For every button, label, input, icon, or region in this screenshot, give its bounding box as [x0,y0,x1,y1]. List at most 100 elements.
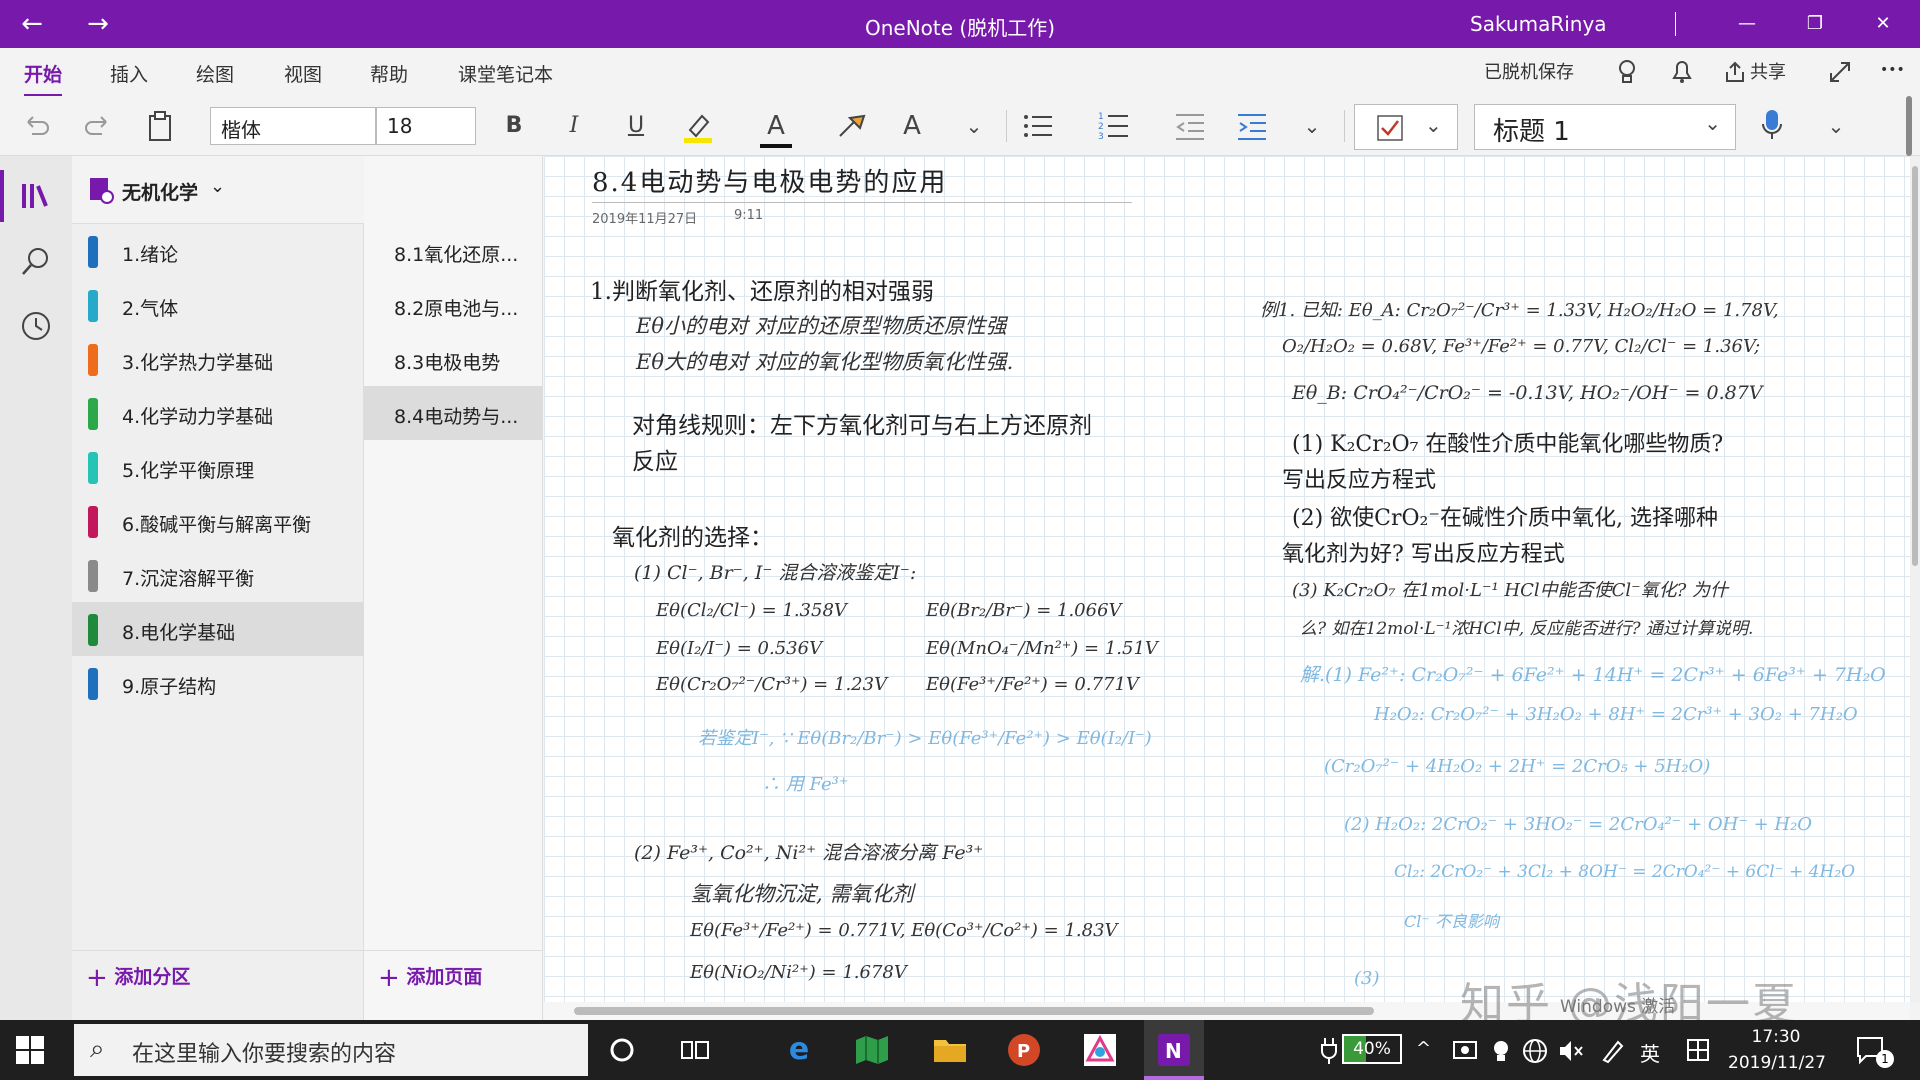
handwritten-line[interactable]: Eθ_B: CrO₄²⁻/CrO₂⁻ = -0.13V, HO₂⁻/OH⁻ = … [1292,382,1763,404]
style-selector[interactable]: 标题 1 ⌄ [1474,104,1736,150]
page-item[interactable]: 8.1氧化还原... [364,224,543,278]
taskbar-search-box[interactable]: ⌕ 在这里输入你要搜索的内容 [74,1024,588,1076]
tab-home[interactable]: 开始 [24,60,63,97]
underline-button[interactable]: U [618,108,654,144]
note-line[interactable]: 反应 [632,442,678,476]
handwritten-annotation[interactable]: (3) [1354,968,1380,989]
decrease-indent-icon[interactable] [1174,112,1206,140]
page-item[interactable]: 8.4电动势与... [364,386,543,440]
bell-icon[interactable] [1670,58,1694,86]
todo-tag-dropdown[interactable]: ⌄ [1354,104,1458,150]
note-line[interactable]: 氧化剂的选择： [612,518,773,552]
onenote-icon[interactable]: N [1156,1032,1192,1068]
note-line[interactable]: 氧化剂为好? 写出反应方程式 [1282,536,1565,568]
pen-workspace-icon[interactable] [1600,1038,1624,1064]
handwritten-annotation[interactable]: ∴ 用 Fe³⁺ [762,770,848,796]
vertical-scroll-thumb[interactable] [1912,166,1918,566]
note-canvas[interactable]: 8.4电动势与电极电势的应用 2019年11月27日 9:11 1.判断氧化剂、… [544,156,1910,1002]
horizontal-scroll-thumb[interactable] [574,1007,1374,1015]
ime-language[interactable]: 英 [1640,1038,1660,1067]
tab-insert[interactable]: 插入 [110,60,148,87]
page-item[interactable]: 8.2原电池与... [364,278,543,332]
increase-indent-icon[interactable] [1236,112,1268,140]
share-icon[interactable] [1724,60,1746,84]
numbered-list-icon[interactable]: 123 [1098,110,1130,140]
cortana-icon[interactable] [608,1036,636,1064]
handwritten-line[interactable]: (1) Cl⁻, Br⁻, I⁻ 混合溶液鉴定I⁻: [634,558,916,585]
microphone-icon[interactable] [1760,108,1784,142]
windows-start-icon[interactable] [16,1036,44,1064]
handwritten-line[interactable]: O₂/H₂O₂ = 0.68V, Fe³⁺/Fe²⁺ = 0.77V, Cl₂/… [1282,336,1760,357]
handwritten-line[interactable]: Eθ(Cl₂/Cl⁻) = 1.358V [656,600,847,621]
edge-browser-icon[interactable]: e [782,1034,816,1066]
bold-button[interactable]: B [496,108,532,144]
section-item[interactable]: 8.电化学基础 [72,602,364,656]
font-name-field[interactable]: 楷体 [210,107,376,145]
tab-view[interactable]: 视图 [284,60,322,87]
clear-formatting-button[interactable]: A [894,108,930,144]
format-painter-icon[interactable] [836,110,868,142]
redo-icon[interactable] [84,112,112,140]
chevron-down-icon[interactable]: ⌄ [956,108,992,144]
keyboard-icon[interactable] [1686,1038,1710,1062]
dictate-chevron-icon[interactable]: ⌄ [1818,108,1854,144]
minimize-icon[interactable]: — [1724,8,1770,40]
taskbar-clock[interactable]: 17:30 2019/11/27 [1728,1024,1826,1076]
handwritten-line[interactable]: 氢氧化物沉淀, 需氧化剂 [690,878,913,908]
handwritten-annotation[interactable]: Cl⁻ 不良影响 [1404,908,1499,932]
handwritten-line[interactable]: Eθ(I₂/I⁻) = 0.536V [656,638,822,659]
section-item[interactable]: 7.沉淀溶解平衡 [72,548,364,602]
section-item[interactable]: 4.化学动力学基础 [72,386,364,440]
screen-capture-icon[interactable] [1452,1038,1478,1062]
note-line[interactable]: (1) K₂Cr₂O₇ 在酸性介质中能氧化哪些物质? [1292,426,1723,458]
more-options-icon[interactable]: ••• [1880,62,1905,78]
tab-draw[interactable]: 绘图 [196,60,234,87]
close-icon[interactable]: ✕ [1860,8,1906,40]
page-item[interactable]: 8.3电极电势 [364,332,543,386]
section-item[interactable]: 5.化学平衡原理 [72,440,364,494]
handwritten-line[interactable]: (3) K₂Cr₂O₇ 在1mol·L⁻¹ HCl中能否使Cl⁻氧化? 为什 [1292,576,1728,602]
handwritten-annotation[interactable]: 解.(1) Fe²⁺: Cr₂O₇²⁻ + 6Fe²⁺ + 14H⁺ = 2Cr… [1300,660,1886,687]
bullet-list-icon[interactable] [1022,112,1054,140]
handwritten-line[interactable]: Eθ大的电对 对应的氧化型物质氧化性强. [636,346,1013,376]
maps-app-icon[interactable] [854,1034,890,1066]
task-view-icon[interactable] [680,1036,710,1064]
notebooks-icon[interactable] [18,178,54,214]
handwritten-line[interactable]: Eθ(NiO₂/Ni²⁺) = 1.678V [690,962,907,983]
battery-indicator[interactable]: 40% [1342,1034,1402,1064]
highlighter-icon[interactable] [682,110,714,144]
handwritten-annotation[interactable]: Cl₂: 2CrO₂⁻ + 3Cl₂ + 8OH⁻ = 2CrO₄²⁻ + 6C… [1394,862,1855,882]
file-explorer-icon[interactable] [932,1034,968,1066]
powerpoint-icon[interactable]: P [1006,1032,1042,1068]
note-line[interactable]: 对角线规则：左下方氧化剂可与右上方还原剂 [632,406,1092,440]
user-name[interactable]: SakumaRinya [1470,12,1607,36]
handwritten-line[interactable]: Eθ小的电对 对应的还原型物质还原性强 [636,310,1007,340]
handwritten-line[interactable]: 例1. 已知: Eθ_A: Cr₂O₇²⁻/Cr³⁺ = 1.33V, H₂O₂… [1260,296,1779,322]
handwritten-line[interactable]: 么? 如在12mol·L⁻¹浓HCl中, 反应能否进行? 通过计算说明. [1300,614,1753,639]
search-icon[interactable] [18,244,54,280]
handwritten-annotation[interactable]: (Cr₂O₇²⁻ + 4H₂O₂ + 2H⁺ = 2CrO₅ + 5H₂O) [1324,756,1710,777]
clipboard-icon[interactable] [146,110,174,142]
handwritten-line[interactable]: Eθ(Br₂/Br⁻) = 1.066V [926,600,1122,621]
vertical-scrollbar[interactable] [1910,156,1920,1002]
tray-app-icon[interactable] [1490,1038,1512,1062]
volume-muted-icon[interactable] [1558,1038,1584,1064]
font-size-field[interactable]: 18 [376,107,476,145]
note-line[interactable]: (2) 欲使CrO₂⁻在碱性介质中氧化, 选择哪种 [1292,500,1718,532]
lightbulb-icon[interactable] [1616,58,1638,86]
tab-help[interactable]: 帮助 [370,60,408,87]
indent-more-chevron-icon[interactable]: ⌄ [1294,108,1330,144]
add-page-button[interactable]: + 添加页面 [378,962,482,993]
handwritten-line[interactable]: Eθ(Fe³⁺/Fe²⁺) = 0.771V, Eθ(Co³⁺/Co²⁺) = … [690,920,1118,941]
section-item[interactable]: 2.气体 [72,278,364,332]
italic-button[interactable]: I [556,108,592,144]
font-color-button[interactable]: A [758,108,794,144]
chevron-up-icon[interactable]: ^ [1416,1038,1431,1059]
handwritten-annotation[interactable]: 若鉴定I⁻, ∵ Eθ(Br₂/Br⁻) > Eθ(Fe³⁺/Fe²⁺) > E… [698,724,1152,750]
section-item[interactable]: 1.绪论 [72,224,364,278]
handwritten-line[interactable]: Eθ(Fe³⁺/Fe²⁺) = 0.771V [926,674,1139,695]
note-line[interactable]: 写出反应方程式 [1282,462,1436,494]
handwritten-annotation[interactable]: H₂O₂: Cr₂O₇²⁻ + 3H₂O₂ + 8H⁺ = 2Cr³⁺ + 3O… [1374,704,1858,725]
handwritten-line[interactable]: Eθ(MnO₄⁻/Mn²⁺) = 1.51V [926,638,1158,659]
handwritten-annotation[interactable]: (2) H₂O₂: 2CrO₂⁻ + 3HO₂⁻ = 2CrO₄²⁻ + OH⁻… [1344,814,1812,835]
